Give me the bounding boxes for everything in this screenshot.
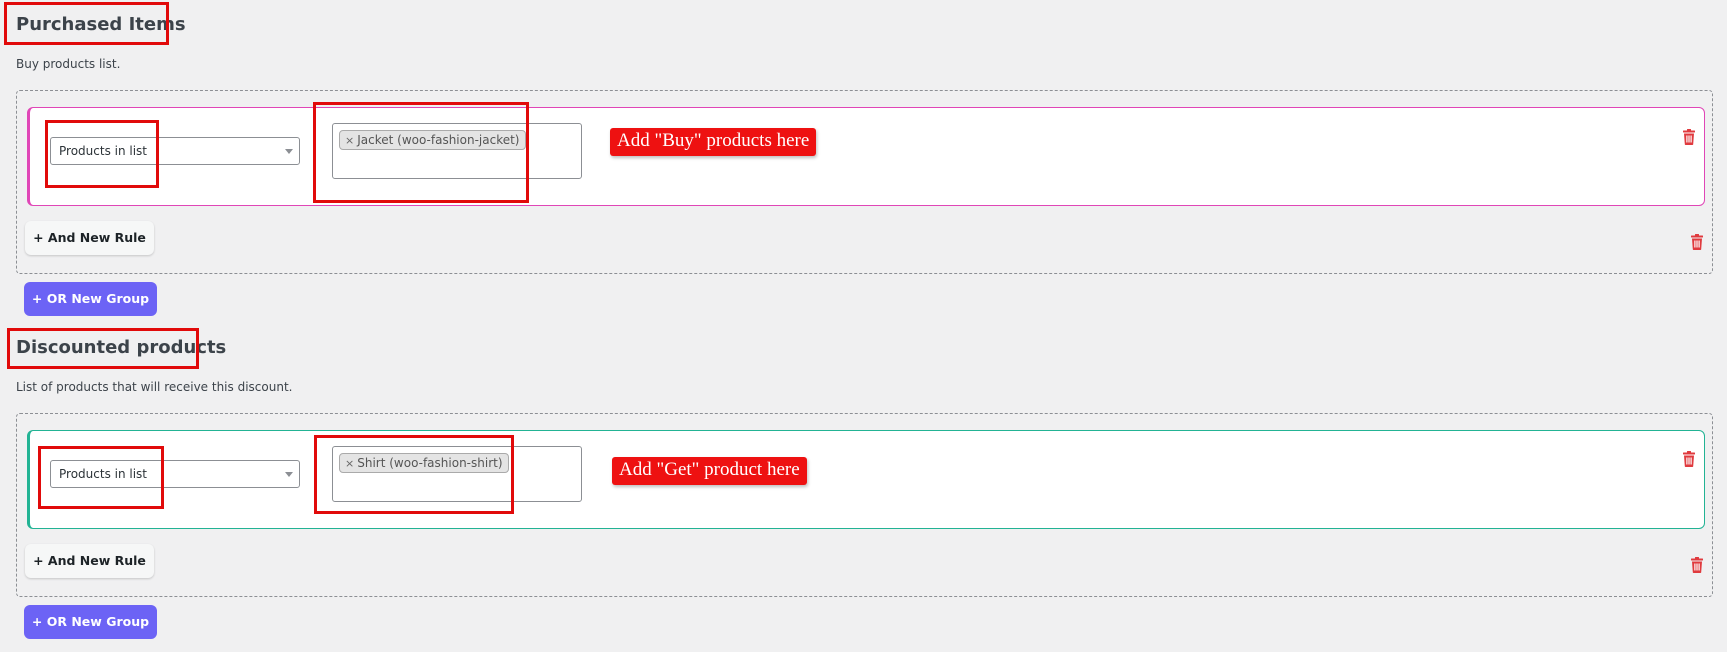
- purchased-condition-select-value: Products in list: [59, 144, 148, 158]
- discounted-condition-select-value: Products in list: [59, 467, 148, 481]
- and-new-rule-button[interactable]: + And New Rule: [25, 221, 154, 255]
- discounted-products-input[interactable]: × Shirt (woo-fashion-shirt): [332, 446, 582, 502]
- remove-tag-icon[interactable]: ×: [345, 457, 354, 470]
- get-products-annotation: Add "Get" product here: [612, 457, 807, 485]
- chevron-down-icon: [285, 472, 293, 477]
- discounted-rule-row: Products in list × Shirt (woo-fashion-shi…: [27, 430, 1705, 529]
- purchased-section-description: Buy products list.: [16, 57, 121, 71]
- chevron-down-icon: [285, 149, 293, 154]
- purchased-section-title: Purchased Items: [16, 14, 186, 35]
- or-new-group-button[interactable]: + OR New Group: [24, 605, 157, 639]
- and-new-rule-button[interactable]: + And New Rule: [25, 544, 154, 578]
- trash-icon[interactable]: [1690, 234, 1704, 250]
- discounted-product-tag: × Shirt (woo-fashion-shirt): [339, 453, 509, 473]
- discounted-section-title: Discounted products: [16, 337, 227, 358]
- purchased-rule-row: Products in list × Jacket (woo-fashion-ja…: [27, 107, 1705, 206]
- or-new-group-button[interactable]: + OR New Group: [24, 282, 157, 316]
- remove-tag-icon[interactable]: ×: [345, 134, 354, 147]
- purchased-condition-select[interactable]: Products in list: [50, 137, 300, 165]
- trash-icon[interactable]: [1682, 129, 1696, 145]
- discounted-product-tag-label: Shirt (woo-fashion-shirt): [357, 456, 503, 470]
- purchased-condition-group: Products in list × Jacket (woo-fashion-ja…: [16, 90, 1713, 274]
- purchased-products-input[interactable]: × Jacket (woo-fashion-jacket): [332, 123, 582, 179]
- purchased-product-tag-label: Jacket (woo-fashion-jacket): [357, 133, 520, 147]
- trash-icon[interactable]: [1682, 451, 1696, 467]
- discounted-condition-group: Products in list × Shirt (woo-fashion-shi…: [16, 413, 1713, 597]
- purchased-product-tag: × Jacket (woo-fashion-jacket): [339, 130, 526, 150]
- trash-icon[interactable]: [1690, 557, 1704, 573]
- discounted-condition-select[interactable]: Products in list: [50, 460, 300, 488]
- discounted-section-description: List of products that will receive this …: [16, 380, 293, 394]
- buy-products-annotation: Add "Buy" products here: [610, 128, 817, 156]
